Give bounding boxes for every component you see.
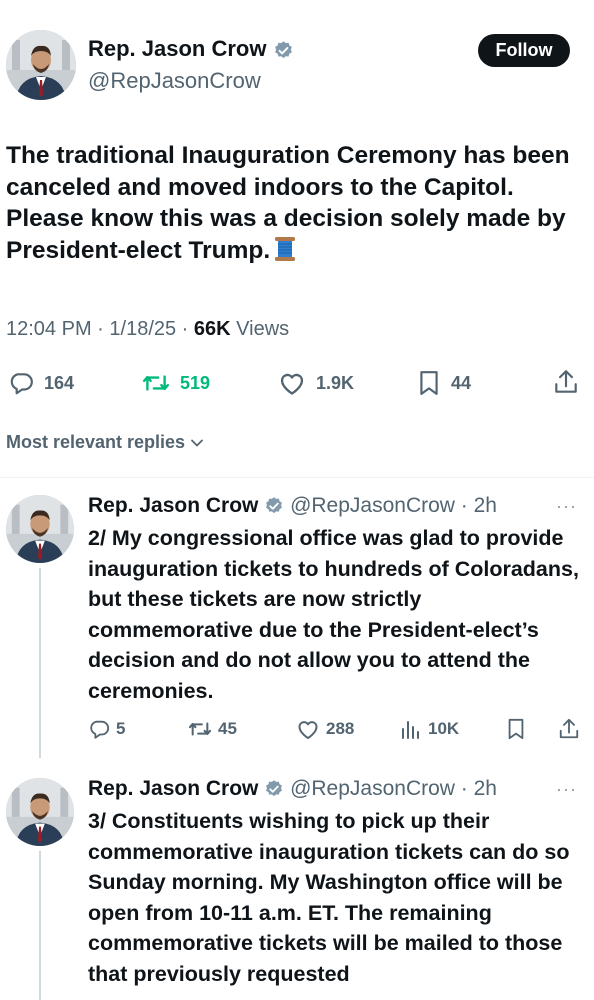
meta-separator: · [91,318,110,340]
bookmark-icon [420,371,438,395]
verified-badge-icon [266,497,283,514]
like-action[interactable]: 1.9K [278,370,354,396]
tweet-date[interactable]: 1/18/25 [109,318,176,340]
reply-handle[interactable]: @RepJasonCrow [290,777,455,800]
like-count: 288 [326,719,355,738]
retweet-count: 519 [180,372,211,393]
bookmark-icon [508,718,524,740]
reply-icon [10,373,33,395]
reply-header: Rep. Jason Crow @RepJasonCrow · 2h [88,777,497,801]
tweet-actions: 164 519 1.9K 44 [0,368,594,398]
retweet-action[interactable]: 45 [188,718,237,740]
like-action[interactable]: 288 [296,718,354,740]
reply-age[interactable]: 2h [474,777,497,800]
follow-button[interactable]: Follow [478,34,570,67]
more-options-icon[interactable]: ··· [556,779,577,800]
share-action[interactable] [553,368,579,396]
reply-text: 3/ Constituents wishing to pick up their… [88,809,570,986]
views-count: 66K [193,318,231,340]
reply-author-name[interactable]: Rep. Jason Crow [88,777,258,800]
share-icon [559,718,579,739]
bookmark-action[interactable]: 44 [417,370,471,396]
author-handle[interactable]: @RepJasonCrow [88,68,261,94]
divider [0,477,594,478]
tweet-time[interactable]: 12:04 PM [6,318,92,340]
verified-badge-icon [274,41,292,58]
chevron-down-icon [191,439,203,446]
tweet-text: The traditional Inauguration Ceremony ha… [6,140,586,270]
reply-avatar[interactable] [6,778,74,846]
reply-count: 5 [116,719,126,738]
author-name[interactable]: Rep. Jason Crow [88,36,266,61]
bookmark-count: 44 [451,372,472,393]
reply-author-name[interactable]: Rep. Jason Crow [88,494,258,517]
retweet-action[interactable]: 519 [142,370,210,396]
reply-action[interactable]: 5 [88,718,125,740]
reply-count: 164 [44,372,75,393]
views-label: Views [236,318,290,340]
meta-separator: · [454,494,474,517]
heart-icon [280,373,304,395]
views-action[interactable]: 10K [400,718,459,740]
heart-icon [298,721,318,739]
views-chart-icon [402,721,419,739]
retweet-icon [188,722,212,736]
views-count: 10K [428,719,460,738]
author-avatar[interactable] [6,30,76,100]
meta-separator: · [454,777,474,800]
reply-handle[interactable]: @RepJasonCrow [290,494,455,517]
like-count: 1.9K [316,372,355,393]
retweet-icon [142,375,170,391]
replies-sort-label: Most relevant replies [6,432,186,452]
share-action[interactable] [558,717,580,741]
reply-text: 2/ My congressional office was glad to p… [88,526,579,703]
reply-action[interactable]: 164 [8,370,74,396]
share-icon [555,370,577,393]
reply-icon [90,720,110,739]
bookmark-action[interactable] [506,718,526,740]
meta-separator: · [176,318,194,340]
reply-actions: 5 45 288 10K [0,717,594,743]
replies-sort-dropdown[interactable]: Most relevant replies [6,432,205,453]
tweet-meta: 12:04 PM · 1/18/25 · 66K Views [6,318,289,341]
verified-badge-icon [266,780,283,797]
thread-spool-icon [274,236,296,271]
more-options-icon[interactable]: ··· [556,496,577,517]
thread-line [39,851,41,1000]
reply-age[interactable]: 2h [474,494,497,517]
retweet-count: 45 [218,719,237,738]
reply-avatar[interactable] [6,495,74,563]
reply-header: Rep. Jason Crow @RepJasonCrow · 2h [88,494,497,518]
